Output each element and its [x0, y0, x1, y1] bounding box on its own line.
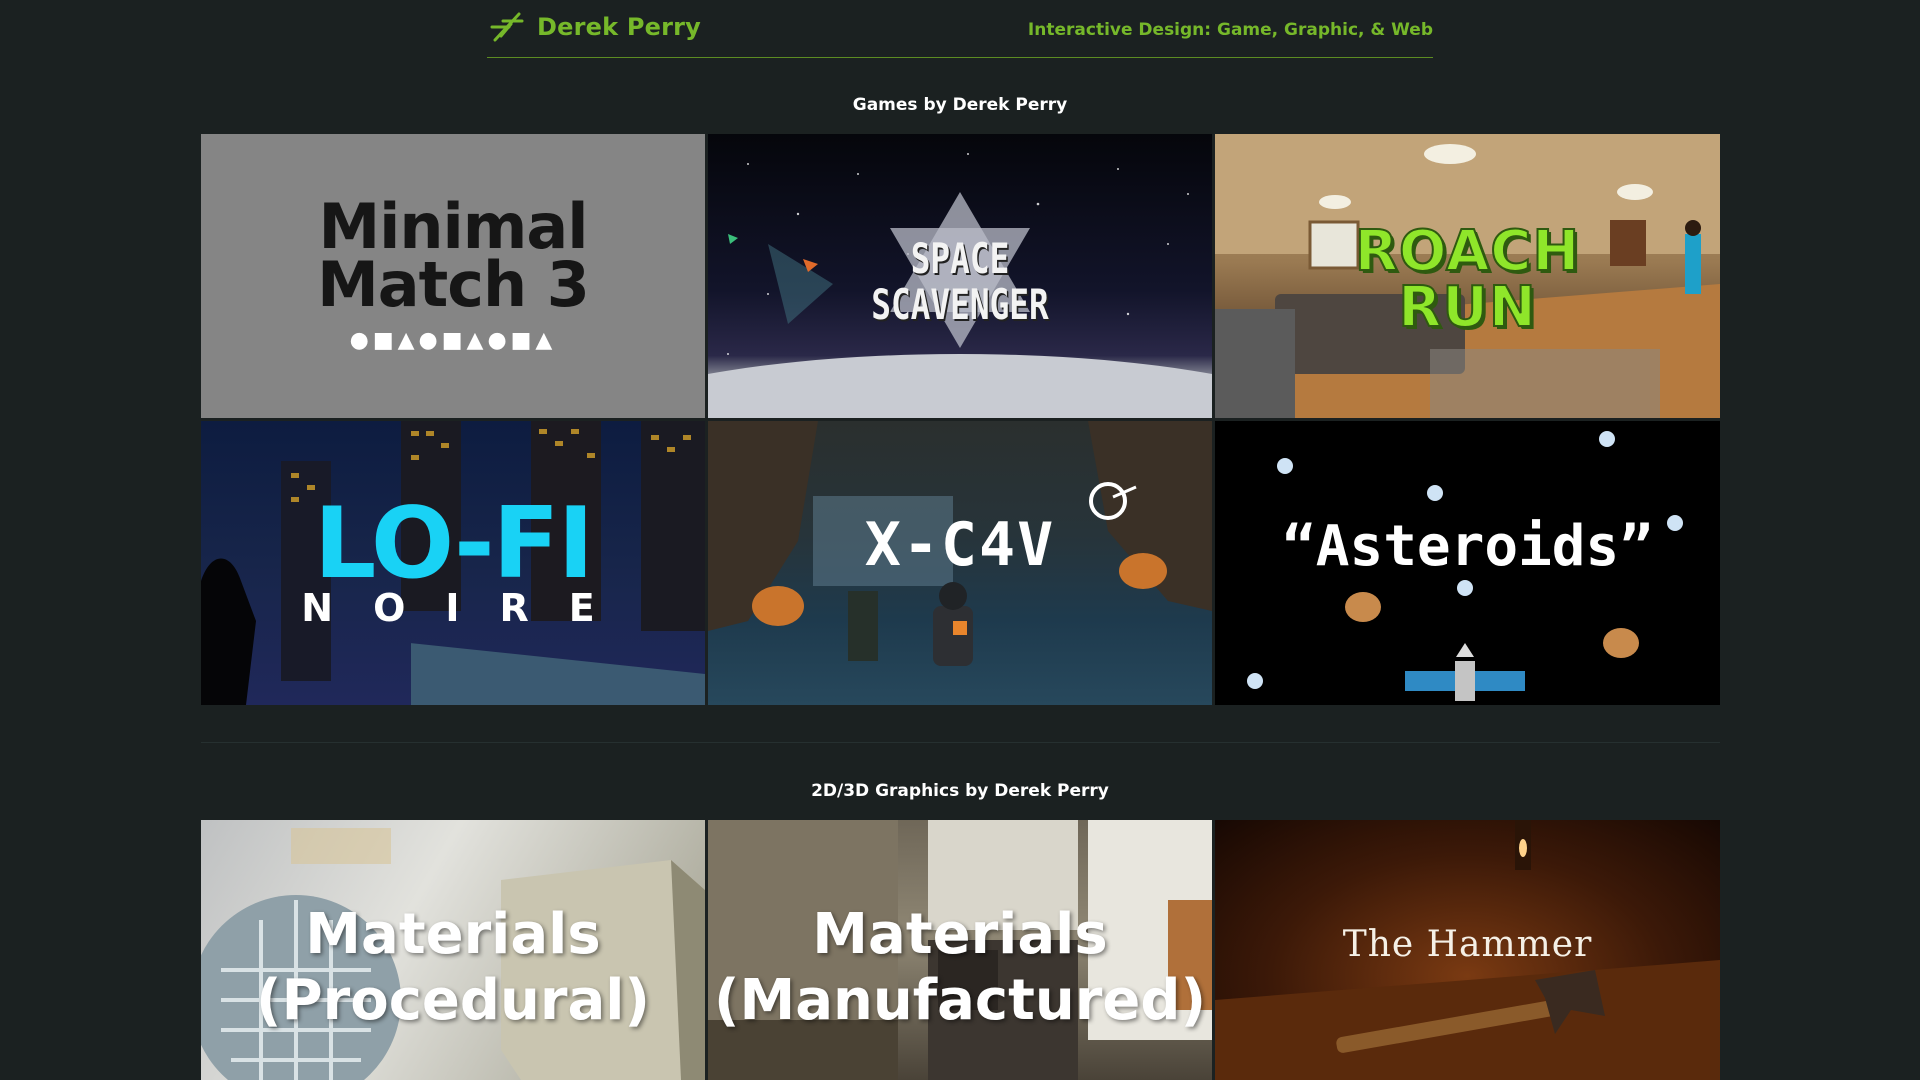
title-line-2: SCAVENGER [871, 280, 1049, 329]
tile-title: The Hammer [1342, 924, 1593, 965]
brand-name: Derek Perry [537, 13, 702, 41]
graphics-grid: Materials (Procedural) Materials (Manufa… [201, 820, 1720, 1080]
graphics-section-heading: 2D/3D Graphics by Derek Perry [811, 781, 1109, 801]
games-grid: Minimal Match 3 ●■▲●■▲●■▲ SPACE SCAVENGE… [201, 134, 1720, 705]
graphics-tile-materials-manufactured[interactable]: Materials (Manufactured) [708, 820, 1212, 1080]
tile-title: “Asteroids” [1282, 514, 1653, 579]
tile-title: SPACE SCAVENGER [763, 236, 1156, 328]
title-line-2: Match 3 [317, 248, 590, 321]
games-section-heading: Games by Derek Perry [852, 95, 1068, 115]
title-line-1: ROACH [1354, 219, 1581, 284]
tile-title: Materials (Manufactured) [708, 902, 1212, 1034]
title-line-1: Materials [812, 902, 1108, 967]
tile-title: ROACH RUN [1215, 219, 1720, 340]
game-tile-asteroids[interactable]: “Asteroids” [1215, 421, 1720, 705]
title-line-2: RUN [1397, 275, 1537, 340]
tile-title: Materials (Procedural) [201, 902, 705, 1034]
brand-link[interactable]: Derek Perry [489, 10, 701, 44]
title-line-1: Materials [305, 902, 601, 967]
title-line-1: SPACE [910, 234, 1010, 283]
stylized-dp-icon [490, 12, 524, 42]
graphics-tile-the-hammer[interactable]: The Hammer [1215, 820, 1720, 1080]
game-tile-roach-run[interactable]: ROACH RUN [1215, 134, 1720, 418]
graphics-tile-materials-procedural[interactable]: Materials (Procedural) [201, 820, 705, 1080]
game-tile-lo-fi-noire[interactable]: LO-FI NOIRE [201, 421, 705, 705]
section-divider [201, 742, 1720, 743]
tagline[interactable]: Interactive Design: Game, Graphic, & Web [1028, 20, 1433, 40]
shapes-row: ●■▲●■▲●■▲ [349, 328, 557, 353]
tile-title: Minimal Match 3 [201, 196, 705, 321]
tile-title: X-C4V [864, 510, 1056, 580]
title-line-2: (Manufactured) [713, 968, 1207, 1033]
game-tile-minimal-match-3[interactable]: Minimal Match 3 ●■▲●■▲●■▲ [201, 134, 705, 418]
title-line-2: (Procedural) [255, 968, 651, 1033]
tile-title: LO-FI [313, 487, 594, 601]
site-header: Derek Perry Interactive Design: Game, Gr… [487, 0, 1433, 58]
game-tile-space-scavenger[interactable]: SPACE SCAVENGER [708, 134, 1212, 418]
tile-subtitle: NOIRE [301, 586, 635, 630]
game-tile-x-c4v[interactable]: X-C4V [708, 421, 1212, 705]
